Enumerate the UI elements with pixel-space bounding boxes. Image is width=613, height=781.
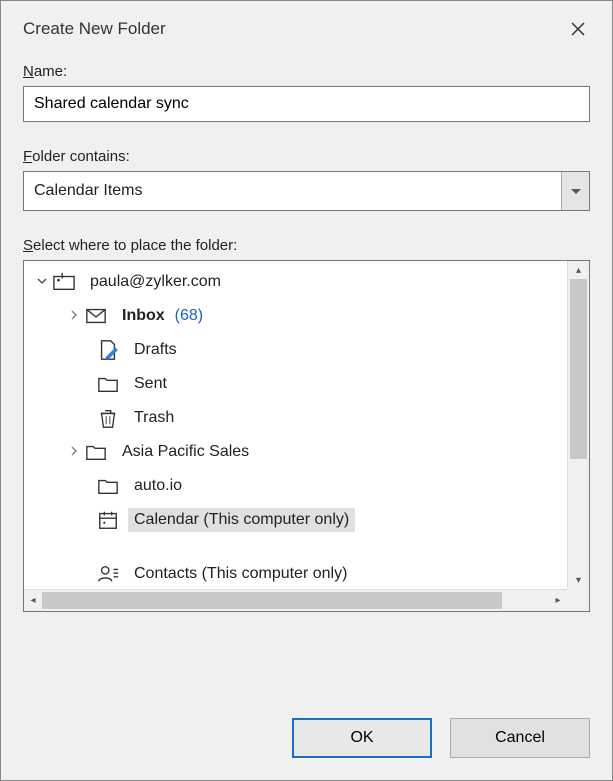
folder-icon (96, 372, 120, 396)
chevron-right-icon[interactable] (64, 445, 84, 459)
tree-item-inbox[interactable]: Inbox (68) (24, 299, 567, 333)
tree-item-label: auto.io (128, 474, 188, 498)
scrollbar-thumb[interactable] (42, 592, 502, 609)
tree-item-label: Sent (128, 372, 173, 396)
mailbox-icon (52, 270, 76, 294)
scroll-down-icon[interactable]: ▾ (568, 571, 589, 589)
folder-icon (96, 474, 120, 498)
tree-item-calendar[interactable]: Calendar (This computer only) (24, 503, 567, 537)
calendar-icon (96, 508, 120, 532)
draft-icon (96, 338, 120, 362)
close-icon (570, 21, 586, 37)
tree-item-label: Asia Pacific Sales (116, 440, 255, 464)
tree-item-label: Inbox (116, 304, 171, 328)
tree-item-label: Calendar (This computer only) (128, 508, 355, 532)
tree-item-label: Drafts (128, 338, 183, 362)
scroll-left-icon[interactable]: ◂ (24, 590, 42, 611)
envelope-icon (84, 304, 108, 328)
tree-root-account[interactable]: paula@zylker.com (24, 265, 567, 299)
vertical-scrollbar[interactable]: ▴ ▾ (567, 261, 589, 589)
tree-item-drafts[interactable]: Drafts (24, 333, 567, 367)
chevron-down-icon (571, 189, 581, 194)
tree-item-label: Trash (128, 406, 180, 430)
trash-icon (96, 406, 120, 430)
create-folder-dialog: Create New Folder Name: Folder contains:… (0, 0, 613, 781)
dropdown-arrow-button[interactable] (561, 172, 589, 210)
scroll-up-icon[interactable]: ▴ (568, 261, 589, 279)
name-label: Name: (23, 63, 590, 80)
tree-item-contacts[interactable]: Contacts (This computer only) (24, 557, 567, 589)
close-button[interactable] (560, 11, 596, 47)
name-input[interactable] (23, 86, 590, 122)
tree-item-sent[interactable]: Sent (24, 367, 567, 401)
tree-root-label: paula@zylker.com (84, 270, 227, 294)
folder-type-select[interactable]: Calendar Items (23, 171, 590, 211)
chevron-down-icon[interactable] (32, 275, 52, 289)
cancel-button[interactable]: Cancel (450, 718, 590, 758)
tree-item-autoio[interactable]: auto.io (24, 469, 567, 503)
titlebar: Create New Folder (1, 1, 612, 55)
folder-tree: paula@zylker.com Inbox (68) (23, 260, 590, 612)
chevron-right-icon[interactable] (64, 309, 84, 323)
select-where-label: Select where to place the folder: (23, 237, 590, 254)
dialog-title: Create New Folder (23, 19, 166, 39)
tree-item-label: Contacts (This computer only) (128, 562, 353, 586)
folder-contains-label: Folder contains: (23, 148, 590, 165)
scroll-right-icon[interactable]: ▸ (549, 590, 567, 611)
contacts-icon (96, 562, 120, 586)
folder-type-value: Calendar Items (23, 171, 590, 211)
tree-item-asia-pacific[interactable]: Asia Pacific Sales (24, 435, 567, 469)
tree-item-trash[interactable]: Trash (24, 401, 567, 435)
scrollbar-corner (567, 589, 589, 611)
dialog-buttons: OK Cancel (1, 700, 612, 780)
scrollbar-thumb[interactable] (570, 279, 587, 459)
ok-button[interactable]: OK (292, 718, 432, 758)
folder-icon (84, 440, 108, 464)
unread-count: (68) (175, 307, 203, 325)
horizontal-scrollbar[interactable]: ◂ ▸ (24, 589, 567, 611)
